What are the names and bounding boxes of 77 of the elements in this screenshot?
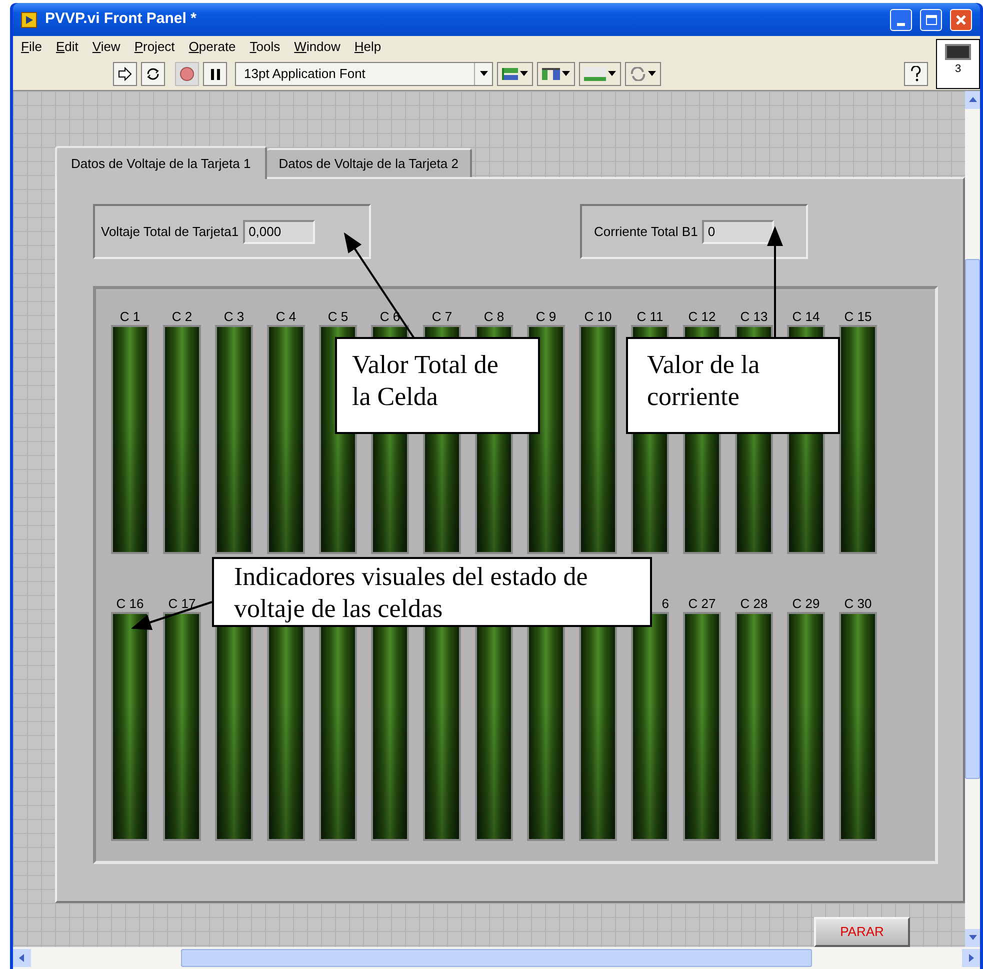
caret-icon bbox=[520, 70, 528, 78]
cell-label: C 29 bbox=[792, 596, 820, 612]
help-icon bbox=[910, 66, 922, 82]
resize-icon bbox=[584, 67, 606, 81]
menu-item[interactable]: Window bbox=[294, 37, 340, 57]
menu-item[interactable]: Tools bbox=[250, 37, 280, 57]
menu-item[interactable]: View bbox=[92, 37, 120, 57]
cell-label: C 14 bbox=[792, 309, 820, 325]
distribute-dropdown[interactable] bbox=[537, 62, 575, 86]
cell-label: C 3 bbox=[224, 309, 244, 325]
align-dropdown[interactable] bbox=[497, 62, 533, 86]
cell-label: C 7 bbox=[432, 309, 452, 325]
pause-icon bbox=[210, 68, 220, 80]
scroll-thumb[interactable] bbox=[965, 259, 980, 779]
scroll-left-icon bbox=[18, 954, 26, 962]
maximize-button[interactable] bbox=[920, 8, 942, 30]
cell-label: C 30 bbox=[844, 596, 872, 612]
cell-label: C 13 bbox=[740, 309, 768, 325]
window-title: PVVP.vi Front Panel * bbox=[45, 9, 198, 30]
help-button[interactable] bbox=[904, 62, 928, 86]
cell-label: 6 bbox=[662, 596, 669, 612]
cell-label: C 11 bbox=[636, 309, 664, 325]
cell-label: C 16 bbox=[116, 596, 144, 612]
menu-item[interactable]: Operate bbox=[188, 37, 236, 57]
reorder-dropdown[interactable] bbox=[625, 62, 661, 86]
menu-item[interactable]: File bbox=[21, 37, 42, 57]
circular-arrows-icon bbox=[145, 66, 161, 82]
cell-label: C 1 bbox=[120, 309, 140, 325]
caret-icon bbox=[480, 70, 488, 78]
cell-label: C 8 bbox=[484, 309, 504, 325]
close-icon bbox=[955, 14, 967, 26]
menu-item[interactable]: Project bbox=[134, 37, 175, 57]
align-icon bbox=[502, 68, 518, 80]
caret-icon bbox=[648, 70, 656, 78]
pause-button[interactable] bbox=[203, 62, 227, 86]
abort-button[interactable] bbox=[175, 62, 199, 86]
horizontal-scrollbar[interactable] bbox=[13, 947, 980, 969]
indicator-label: Voltaje Total de Tarjeta1 bbox=[101, 222, 239, 241]
monitor-icon bbox=[945, 44, 971, 60]
cell-label: C 12 bbox=[688, 309, 716, 325]
callout-text: Indicadores visuales del estado de voltaje de las celdas bbox=[234, 561, 589, 625]
connector-label: 3 bbox=[954, 64, 962, 75]
distribute-icon bbox=[542, 68, 560, 80]
cell-label: C 10 bbox=[584, 309, 612, 325]
cell-label: C 5 bbox=[328, 309, 348, 325]
scroll-thumb[interactable] bbox=[181, 949, 812, 967]
arrow-icon bbox=[118, 67, 132, 81]
run-continuously-button[interactable] bbox=[141, 62, 165, 86]
cell-label: C 2 bbox=[172, 309, 192, 325]
close-button[interactable] bbox=[950, 8, 972, 30]
indicator-label: Corriente Total B1 bbox=[594, 222, 698, 241]
app-icon bbox=[21, 12, 37, 28]
menu-item[interactable]: Help bbox=[354, 37, 382, 57]
tab[interactable]: Datos de Voltaje de la Tarjeta 1 bbox=[55, 146, 267, 179]
cell-label: C 27 bbox=[688, 596, 716, 612]
cell-label: C 9 bbox=[536, 309, 556, 325]
cell-label: C 15 bbox=[844, 309, 872, 325]
circular-arrows-icon bbox=[630, 67, 646, 81]
caret-icon bbox=[562, 70, 570, 78]
caret-icon bbox=[608, 70, 616, 78]
cell-label: C 28 bbox=[740, 596, 768, 612]
cell-label: C 4 bbox=[276, 309, 296, 325]
font-dropdown[interactable]: 13pt Application Font bbox=[235, 62, 493, 86]
tab[interactable]: Datos de Voltaje de la Tarjeta 2 bbox=[266, 148, 472, 177]
numeric-indicator: 0 bbox=[702, 220, 774, 244]
vertical-scrollbar[interactable] bbox=[965, 91, 980, 947]
scroll-down-icon bbox=[968, 934, 976, 942]
numeric-indicator: 0,000 bbox=[242, 220, 315, 244]
menu-item[interactable]: Edit bbox=[56, 37, 78, 57]
stop-icon bbox=[180, 67, 194, 81]
run-button[interactable] bbox=[113, 62, 137, 86]
cell-label: C 17 bbox=[168, 596, 196, 612]
minimize-button[interactable] bbox=[890, 8, 912, 30]
callout-text: Valor de la corriente bbox=[647, 349, 761, 413]
scroll-up-icon bbox=[968, 96, 976, 104]
callout-text: Valor Total de la Celda bbox=[352, 349, 500, 413]
scroll-right-icon bbox=[967, 954, 975, 962]
